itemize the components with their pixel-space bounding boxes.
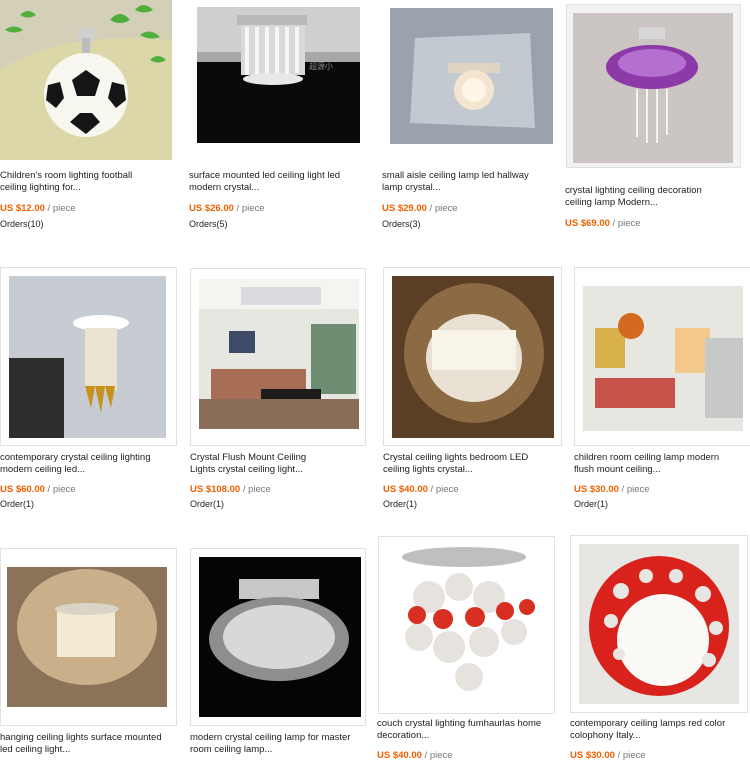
- product-title[interactable]: Children's room lighting football ceilin…: [0, 170, 175, 194]
- price: US $40.00 / piece: [383, 484, 459, 496]
- title-line[interactable]: hanging ceiling lights surface mounted: [0, 732, 162, 743]
- product-title[interactable]: modern crystal ceiling lamp for master r…: [190, 732, 370, 756]
- orders-count: Order(1): [574, 499, 609, 509]
- product-title[interactable]: contemporary crystal ceiling lighting mo…: [0, 452, 178, 476]
- price-amount: US $60.00: [0, 484, 45, 495]
- product-image-crystal-bedroom-lamp[interactable]: [383, 267, 562, 446]
- title-line[interactable]: children room ceiling lamp modern: [574, 452, 719, 463]
- orders-count: Orders(3): [382, 219, 421, 229]
- price-unit: / piece: [430, 484, 459, 495]
- price-amount: US $40.00: [377, 750, 422, 761]
- title-line[interactable]: Crystal ceiling lights bedroom LED: [383, 452, 528, 463]
- product-title[interactable]: hanging ceiling lights surface mounted l…: [0, 732, 178, 756]
- price-amount: US $108.00: [190, 484, 241, 495]
- title-line[interactable]: colophony Italy...: [570, 730, 641, 741]
- product-title[interactable]: couch crystal lighting fumhaurlas home d…: [377, 718, 555, 742]
- orders-count: Order(1): [190, 499, 225, 509]
- price-unit: / piece: [47, 484, 76, 495]
- product-image-purple-feather-lamp[interactable]: [566, 4, 741, 168]
- product-image-gold-crystal-lamp[interactable]: [0, 267, 177, 446]
- price-unit: / piece: [242, 484, 271, 495]
- title-line[interactable]: surface mounted led ceiling light led: [189, 170, 340, 181]
- product-title[interactable]: children room ceiling lamp modern flush …: [574, 452, 750, 476]
- price: US $26.00 / piece: [189, 203, 265, 215]
- price-amount: US $69.00: [565, 218, 610, 229]
- price: US $30.00 / piece: [570, 750, 646, 762]
- title-line[interactable]: ceiling lighting for...: [0, 182, 81, 193]
- title-line[interactable]: modern crystal ceiling lamp for master: [190, 732, 351, 743]
- price-amount: US $30.00: [570, 750, 615, 761]
- product-image-aisle-ceiling-lamp[interactable]: [390, 8, 553, 144]
- price-amount: US $12.00: [0, 203, 45, 214]
- product-image-crystal-ceiling-light[interactable]: 超源小: [197, 7, 360, 143]
- title-line[interactable]: lamp crystal...: [382, 182, 441, 193]
- product-title[interactable]: crystal lighting ceiling decoration ceil…: [565, 185, 745, 209]
- product-image-living-room-crystal[interactable]: [190, 268, 366, 446]
- product-image-red-shell-lamp[interactable]: [378, 536, 555, 714]
- price-unit: / piece: [429, 203, 458, 214]
- product-image-red-colophony-lamp[interactable]: [570, 535, 748, 713]
- product-image-children-room-lamp[interactable]: [574, 267, 750, 446]
- title-line[interactable]: room ceiling lamp...: [190, 744, 272, 755]
- product-title[interactable]: surface mounted led ceiling light led mo…: [189, 170, 369, 194]
- price-unit: / piece: [621, 484, 650, 495]
- title-line[interactable]: crystal lighting ceiling decoration: [565, 185, 702, 196]
- product-title[interactable]: small aisle ceiling lamp led hallway lam…: [382, 170, 557, 194]
- title-line[interactable]: Children's room lighting football: [0, 170, 132, 181]
- price-unit: / piece: [617, 750, 646, 761]
- price: US $30.00 / piece: [574, 484, 650, 496]
- title-line[interactable]: Lights crystal ceiling light...: [190, 464, 303, 475]
- product-title[interactable]: Crystal Flush Mount Ceiling Lights cryst…: [190, 452, 370, 476]
- title-line[interactable]: contemporary ceiling lamps red color: [570, 718, 725, 729]
- price-unit: / piece: [47, 203, 76, 214]
- title-line[interactable]: ceiling lights crystal...: [383, 464, 473, 475]
- product-image-modern-crystal-lamp[interactable]: [190, 548, 366, 726]
- title-line[interactable]: couch crystal lighting fumhaurlas home: [377, 718, 541, 729]
- orders-count: Orders(5): [189, 219, 228, 229]
- orders-count: Order(1): [0, 499, 35, 509]
- price-unit: / piece: [612, 218, 641, 229]
- price: US $108.00 / piece: [190, 484, 271, 496]
- price: US $40.00 / piece: [377, 750, 453, 762]
- price-unit: / piece: [236, 203, 265, 214]
- svg-text:超源小: 超源小: [309, 61, 333, 71]
- price-amount: US $40.00: [383, 484, 428, 495]
- price: US $60.00 / piece: [0, 484, 76, 496]
- price-amount: US $30.00: [574, 484, 619, 495]
- title-line[interactable]: small aisle ceiling lamp led hallway: [382, 170, 529, 181]
- product-title[interactable]: Crystal ceiling lights bedroom LED ceili…: [383, 452, 558, 476]
- price-unit: / piece: [424, 750, 453, 761]
- price: US $29.00 / piece: [382, 203, 458, 215]
- title-line[interactable]: Crystal Flush Mount Ceiling: [190, 452, 306, 463]
- title-line[interactable]: led ceiling light...: [0, 744, 70, 755]
- title-line[interactable]: flush mount ceiling...: [574, 464, 661, 475]
- title-line[interactable]: ceiling lamp Modern...: [565, 197, 658, 208]
- price: US $12.00 / piece: [0, 203, 76, 215]
- product-image-football-lamp[interactable]: [0, 0, 172, 160]
- title-line[interactable]: modern crystal...: [189, 182, 259, 193]
- orders-count: Order(1): [383, 499, 418, 509]
- title-line[interactable]: modern ceiling led...: [0, 464, 85, 475]
- price: US $69.00 / piece: [565, 218, 641, 230]
- orders-count: Orders(10): [0, 219, 44, 229]
- product-image-hanging-ceiling-light[interactable]: [0, 548, 177, 726]
- title-line[interactable]: decoration...: [377, 730, 429, 741]
- price-amount: US $26.00: [189, 203, 234, 214]
- title-line[interactable]: contemporary crystal ceiling lighting: [0, 452, 150, 463]
- product-title[interactable]: contemporary ceiling lamps red color col…: [570, 718, 748, 742]
- price-amount: US $29.00: [382, 203, 427, 214]
